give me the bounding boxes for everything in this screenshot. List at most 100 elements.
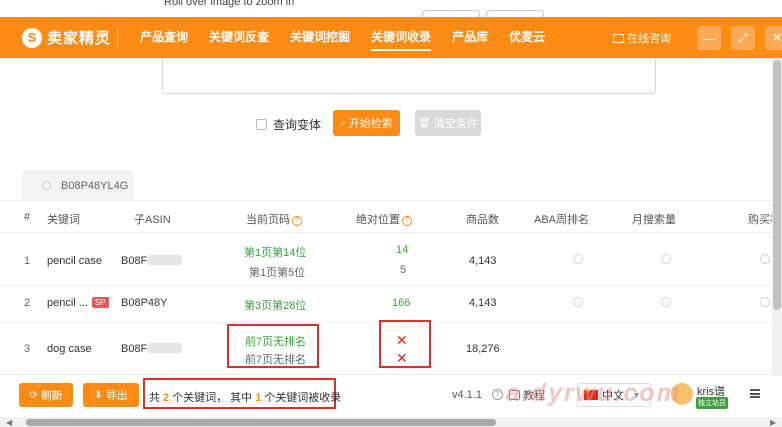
version-label: v4.1.1 xyxy=(452,389,482,401)
main-nav: 产品查询 关键词反查 关键词挖掘 关键词收录 产品库 优麦云 xyxy=(140,28,566,51)
highlight-box xyxy=(379,320,431,368)
asin-tab[interactable]: B08P48YL4G xyxy=(23,170,133,200)
clear-label: 清空条件 xyxy=(433,118,478,130)
row-child-asin: B08F xyxy=(121,255,183,267)
download-icon: ⬇ xyxy=(94,389,103,401)
row-child-asin: B08P48Y xyxy=(121,297,167,309)
col-product-count: 商品数 xyxy=(466,214,499,226)
tab-divider xyxy=(0,200,782,201)
nav-keyword-index[interactable]: 关键词收录 xyxy=(371,28,432,51)
col-index: # xyxy=(24,211,31,223)
summary-total: 2 xyxy=(163,392,170,404)
chat-icon xyxy=(613,33,624,43)
row-product-count: 4,143 xyxy=(469,255,497,267)
asin-text: B08P48Y xyxy=(121,297,168,309)
footer-divider xyxy=(0,374,782,375)
variant-label: 查询变体 xyxy=(273,118,322,132)
clear-button[interactable]: 🗑 清空条件 xyxy=(415,110,481,136)
help-icon[interactable]: ? xyxy=(402,216,412,226)
top-bar: S 卖家精灵 产品查询 关键词反查 关键词挖掘 关键词收录 产品库 优麦云 在线… xyxy=(0,17,782,58)
consult-label: 在线咨询 xyxy=(627,33,671,45)
help-icon[interactable]: ? xyxy=(292,216,302,226)
nav-keyword-mining[interactable]: 关键词挖掘 xyxy=(290,28,350,47)
row-product-count: 4,143 xyxy=(469,297,497,309)
col-aba-rank: ABA周排名 xyxy=(534,214,590,226)
buy-loading-icon xyxy=(760,297,770,307)
logo-icon: S xyxy=(22,27,42,48)
col-current-page-label: 当前页码 xyxy=(246,214,290,226)
help-icon[interactable]: ? xyxy=(492,389,503,400)
asin-input[interactable] xyxy=(162,58,656,94)
row-page-line2: 第1页第5位 xyxy=(249,267,306,279)
nav-product-library[interactable]: 产品库 xyxy=(452,28,488,47)
online-consult-link[interactable]: 在线咨询 xyxy=(613,30,671,46)
row-keyword[interactable]: pencil case xyxy=(47,255,102,267)
expand-button[interactable]: ⤢ xyxy=(731,26,755,50)
nav-product-query[interactable]: 产品查询 xyxy=(140,28,188,47)
checkbox-box[interactable] xyxy=(256,119,267,130)
summary-indexed: 1 xyxy=(255,392,262,404)
user-badge: 独立站员 xyxy=(696,397,728,409)
variant-checkbox[interactable]: 查询变体 xyxy=(256,116,321,133)
watermark: a.dyrwu.com xyxy=(506,379,681,407)
row-page-line1: 第3页第28位 xyxy=(244,300,307,312)
export-button[interactable]: ⬇ 导出 xyxy=(83,383,139,407)
redacted-block xyxy=(148,255,183,265)
row-child-asin: B08F xyxy=(121,343,183,355)
row-pos-line1: 14 xyxy=(396,244,409,256)
close-button[interactable]: ✕ xyxy=(765,26,782,50)
row-pos-line2: 5 xyxy=(400,264,407,276)
redacted-block xyxy=(148,343,183,353)
col-keyword: 关键词 xyxy=(47,214,80,226)
col-child-asin: 子ASIN xyxy=(134,214,171,226)
row-index: 2 xyxy=(24,297,31,309)
row-page-line1: 第1页第14位 xyxy=(244,247,307,259)
nav-keyword-reverse[interactable]: 关键词反查 xyxy=(209,28,269,47)
export-label: 导出 xyxy=(105,390,128,402)
col-monthly-search: 月搜索量 xyxy=(632,214,676,226)
row-pos-line1: 166 xyxy=(392,297,411,309)
col-current-page: 当前页码? xyxy=(246,211,302,227)
row-keyword[interactable]: dog case xyxy=(47,343,92,355)
summary-suffix: 个关键词被收录 xyxy=(264,392,342,404)
highlight-box xyxy=(227,324,319,368)
refresh-label: 刷新 xyxy=(40,390,63,402)
vertical-scroll-thumb[interactable] xyxy=(773,60,781,310)
loading-icon xyxy=(42,181,51,190)
horizontal-scroll-thumb[interactable] xyxy=(26,419,496,426)
logo-text: 卖家精灵 xyxy=(47,30,112,47)
row-keyword[interactable]: pencil ... SP xyxy=(47,297,109,309)
close-icon: ✕ xyxy=(771,30,782,45)
keyword-text: pencil ... xyxy=(47,297,88,309)
search-icon: ⌕ xyxy=(340,117,346,129)
row-index: 3 xyxy=(24,343,31,355)
aba-loading-icon xyxy=(573,254,583,264)
summary-text: 共 2 个关键词， 其中 1 个关键词被收录 xyxy=(149,389,341,405)
buy-loading-icon xyxy=(760,254,770,264)
col-absolute-position-label: 绝对位置 xyxy=(356,214,400,226)
refresh-button[interactable]: ⟳ 刷新 xyxy=(19,383,73,407)
menu-icon[interactable] xyxy=(750,389,760,398)
summary-mid: 个关键词， 其中 xyxy=(172,392,253,404)
trash-icon: 🗑 xyxy=(418,117,431,129)
logo-divider xyxy=(117,27,119,48)
asin-text: B08F xyxy=(121,343,148,355)
scroll-left-icon[interactable]: ◀ xyxy=(6,418,12,427)
row-divider xyxy=(0,285,782,286)
nav-youmaiyun[interactable]: 优麦云 xyxy=(509,28,545,47)
minimize-button[interactable]: — xyxy=(697,26,721,50)
start-search-button[interactable]: ⌕ 开始检索 xyxy=(333,110,400,136)
logo: S 卖家精灵 xyxy=(22,27,122,48)
scroll-right-icon[interactable]: ▶ xyxy=(770,418,776,427)
row-product-count: 18,276 xyxy=(466,343,500,355)
zoom-caption: Roll over image to zoom in xyxy=(164,0,295,8)
row-index: 1 xyxy=(24,255,31,267)
summary-prefix: 共 xyxy=(149,392,160,404)
header-divider xyxy=(0,232,782,233)
search-loading-icon xyxy=(661,254,671,264)
asin-tab-label: B08P48YL4G xyxy=(61,179,129,192)
start-search-label: 开始检索 xyxy=(348,118,393,130)
refresh-icon: ⟳ xyxy=(29,389,38,401)
sp-badge: SP xyxy=(91,297,109,308)
search-loading-icon xyxy=(661,297,671,307)
